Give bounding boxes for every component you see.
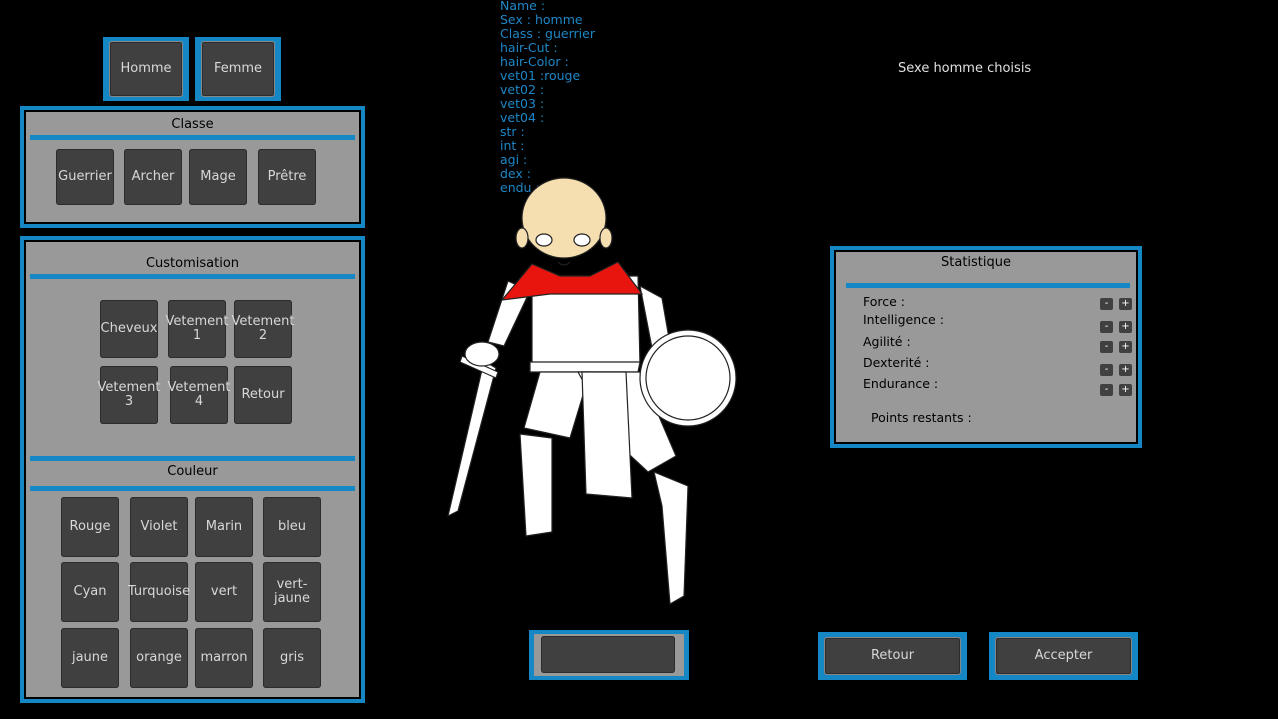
- dexterite-plus-button[interactable]: +: [1119, 364, 1132, 376]
- custom-panel: Customisation Cheveux Vetement 1 Vetemen…: [24, 240, 361, 699]
- homme-frame: Homme: [103, 37, 189, 101]
- vetement3-button[interactable]: Vetement 3: [98, 366, 161, 424]
- name-input[interactable]: [541, 636, 675, 673]
- stats-frame: Statistique Force : Intelligence : Agili…: [830, 246, 1142, 448]
- name-field-bg: [534, 634, 684, 676]
- stat-agilite-label: Agilité :: [863, 334, 911, 349]
- femme-button[interactable]: Femme: [201, 41, 275, 97]
- couleur-divider: [30, 486, 355, 491]
- intelligence-minus-button[interactable]: -: [1100, 321, 1113, 333]
- info-hair-color: hair-Color :: [500, 54, 569, 69]
- vert-button[interactable]: vert: [195, 562, 253, 622]
- cheveux-button[interactable]: Cheveux: [100, 300, 158, 358]
- femme-frame: Femme: [195, 37, 281, 101]
- rouge-button[interactable]: Rouge: [61, 497, 119, 557]
- info-vet02: vet02 :: [500, 82, 545, 97]
- classe-divider: [30, 135, 355, 140]
- endurance-minus-button[interactable]: -: [1100, 384, 1113, 396]
- classe-frame: Classe Guerrier Archer Mage Prêtre: [20, 106, 365, 228]
- custom-retour-button[interactable]: Retour: [234, 366, 292, 424]
- classe-panel: Classe Guerrier Archer Mage Prêtre: [24, 110, 361, 224]
- info-sex: Sex : homme: [500, 12, 583, 27]
- info-agi: agi :: [500, 152, 528, 167]
- sword-icon: [447, 360, 497, 517]
- retour-button[interactable]: Retour: [824, 637, 961, 675]
- points-restants-label: Points restants :: [871, 410, 972, 425]
- stat-force-label: Force :: [863, 294, 906, 309]
- dexterite-minus-button[interactable]: -: [1100, 364, 1113, 376]
- stat-endurance-label: Endurance :: [863, 376, 939, 391]
- stats-divider: [846, 283, 1130, 288]
- homme-button[interactable]: Homme: [109, 41, 183, 97]
- stats-title: Statistique: [941, 255, 1011, 270]
- marin-button[interactable]: Marin: [195, 497, 253, 557]
- classe-title: Classe: [171, 117, 214, 132]
- violet-button[interactable]: Violet: [130, 497, 188, 557]
- jaune-button[interactable]: jaune: [61, 628, 119, 688]
- vetement4-button[interactable]: Vetement 4: [168, 366, 231, 424]
- force-plus-button[interactable]: +: [1119, 298, 1132, 310]
- marron-button[interactable]: marron: [195, 628, 253, 688]
- vetement1-button[interactable]: Vetement 1: [166, 300, 229, 358]
- info-class: Class : guerrier: [500, 26, 595, 41]
- retour-frame: Retour: [818, 632, 967, 680]
- force-minus-button[interactable]: -: [1100, 298, 1113, 310]
- couleur-title: Couleur: [167, 464, 218, 479]
- info-vet03: vet03 :: [500, 96, 545, 111]
- intelligence-plus-button[interactable]: +: [1119, 321, 1132, 333]
- character-info: Name : Sex : homme Class : guerrier hair…: [500, 0, 595, 195]
- agilite-plus-button[interactable]: +: [1119, 341, 1132, 353]
- custom-frame: Customisation Cheveux Vetement 1 Vetemen…: [20, 236, 365, 703]
- orange-button[interactable]: orange: [130, 628, 188, 688]
- pretre-button[interactable]: Prêtre: [258, 149, 316, 205]
- gris-button[interactable]: gris: [263, 628, 321, 688]
- cyan-button[interactable]: Cyan: [61, 562, 119, 622]
- stat-dexterite-label: Dexterité :: [863, 355, 930, 370]
- bleu-button[interactable]: bleu: [263, 497, 321, 557]
- turquoise-button[interactable]: Turquoise: [128, 562, 190, 622]
- info-str: str :: [500, 124, 525, 139]
- info-int: int :: [500, 138, 525, 153]
- archer-button[interactable]: Archer: [124, 149, 182, 205]
- shield-icon: [639, 329, 737, 427]
- accepter-button[interactable]: Accepter: [995, 637, 1132, 675]
- stat-intelligence-label: Intelligence :: [863, 312, 944, 327]
- info-vet04: vet04 :: [500, 110, 545, 125]
- stats-panel: Statistique Force : Intelligence : Agili…: [834, 250, 1138, 444]
- mage-button[interactable]: Mage: [189, 149, 247, 205]
- info-hair-cut: hair-Cut :: [500, 40, 558, 55]
- custom-divider: [30, 274, 355, 279]
- status-message: Sexe homme choisis: [898, 61, 1032, 76]
- endurance-plus-button[interactable]: +: [1119, 384, 1132, 396]
- info-vet01: vet01 :rouge: [500, 68, 581, 83]
- accepter-frame: Accepter: [989, 632, 1138, 680]
- guerrier-button[interactable]: Guerrier: [56, 149, 114, 205]
- vetement2-button[interactable]: Vetement 2: [232, 300, 295, 358]
- custom-title: Customisation: [145, 256, 240, 271]
- character-preview: [447, 177, 737, 605]
- couleur-divider-top: [30, 456, 355, 461]
- vert-jaune-button[interactable]: vert-jaune: [263, 562, 321, 622]
- name-field-frame: [529, 630, 689, 680]
- agilite-minus-button[interactable]: -: [1100, 341, 1113, 353]
